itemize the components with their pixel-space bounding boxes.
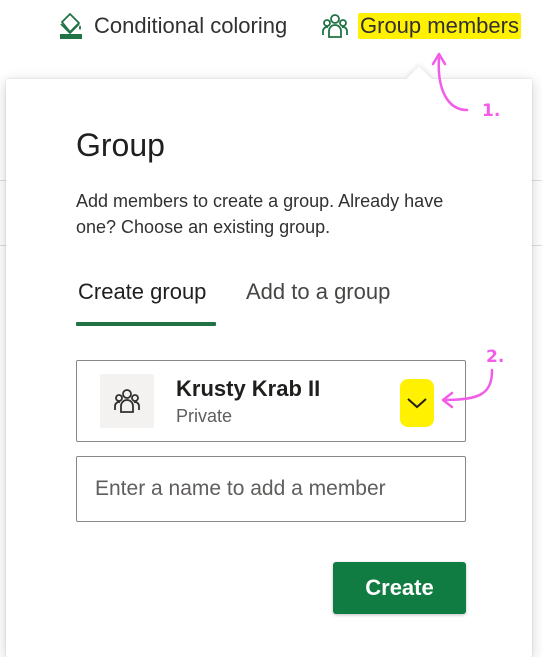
tab-create-group[interactable]: Create group: [78, 279, 206, 305]
chevron-down-icon: [407, 398, 427, 409]
group-dropdown-toggle[interactable]: [400, 379, 434, 427]
tab-selected-indicator: [76, 322, 216, 326]
people-group-icon: [114, 389, 140, 413]
annotation-step-1: 1.: [482, 101, 501, 121]
group-name: Krusty Krab II: [176, 376, 321, 401]
conditional-coloring-button[interactable]: Conditional coloring: [56, 8, 287, 44]
group-dropdown[interactable]: Krusty Krab II Private: [76, 360, 466, 442]
member-name-input[interactable]: [76, 456, 466, 522]
annotation-arrow-1: [431, 52, 469, 112]
background-divider: [532, 245, 542, 246]
group-privacy: Private: [176, 406, 233, 426]
panel-description: Add members to create a group. Already h…: [76, 191, 444, 237]
group-members-button[interactable]: Group members: [320, 8, 521, 44]
conditional-coloring-label: Conditional coloring: [94, 13, 288, 38]
tab-add-to-group[interactable]: Add to a group: [246, 279, 390, 305]
annotation-arrow-2: [441, 368, 494, 409]
annotation-step-2: 2.: [486, 347, 505, 367]
group-avatar: [100, 374, 154, 428]
group-members-label: Group members: [358, 13, 521, 39]
paint-bucket-icon: [60, 13, 82, 39]
background-divider: [532, 180, 542, 181]
create-button[interactable]: Create: [333, 562, 466, 614]
people-group-icon: [322, 14, 348, 38]
panel-title: Group: [76, 127, 165, 163]
